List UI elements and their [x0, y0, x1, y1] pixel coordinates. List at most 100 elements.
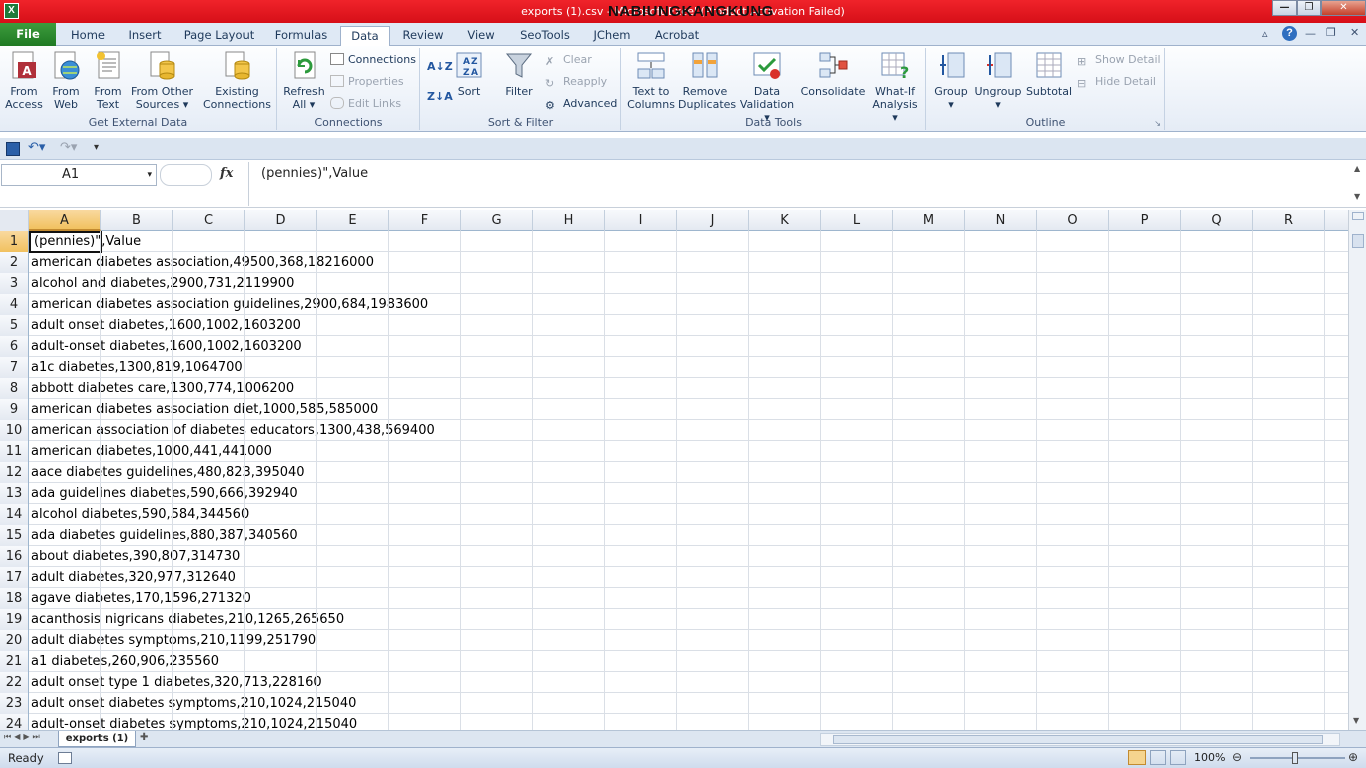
- select-all-corner[interactable]: [0, 210, 29, 231]
- zoom-in-icon[interactable]: ⊕: [1348, 750, 1358, 764]
- cell-a11[interactable]: american diabetes,1000,441,441000: [31, 441, 272, 462]
- cell-a4[interactable]: american diabetes association guidelines…: [31, 294, 428, 315]
- zoom-slider-thumb[interactable]: [1292, 752, 1298, 764]
- row-header[interactable]: 11: [0, 441, 29, 462]
- cell-a5[interactable]: adult onset diabetes,1600,1002,1603200: [31, 315, 301, 336]
- window-restore-icon[interactable]: ❐: [1326, 26, 1336, 39]
- vertical-scroll-thumb[interactable]: [1352, 234, 1364, 248]
- column-header-p[interactable]: P: [1109, 210, 1181, 231]
- formula-bar-scroll-down-icon[interactable]: ▼: [1354, 192, 1360, 201]
- ungroup-button[interactable]: Ungroup ▾: [973, 50, 1023, 111]
- cell-a7[interactable]: a1c diabetes,1300,819,1064700: [31, 357, 243, 378]
- column-header-c[interactable]: C: [173, 210, 245, 231]
- cell-a24[interactable]: adult-onset diabetes symptoms,210,1024,2…: [31, 714, 357, 730]
- sort-a-z-icon[interactable]: A↓Z: [427, 58, 453, 76]
- cell-a13[interactable]: ada guidelines diabetes,590,666,392940: [31, 483, 298, 504]
- row-header[interactable]: 16: [0, 546, 29, 567]
- existing-connections-button[interactable]: Existing Connections: [200, 50, 274, 111]
- window-minimize-icon[interactable]: —: [1305, 27, 1316, 40]
- row-header[interactable]: 6: [0, 336, 29, 357]
- tab-jchem[interactable]: JChem: [584, 26, 640, 46]
- from-other-sources-button[interactable]: From Other Sources ▾: [130, 50, 194, 111]
- formula-input[interactable]: (pennies)",Value: [248, 162, 1352, 206]
- row-header[interactable]: 13: [0, 483, 29, 504]
- row-header[interactable]: 17: [0, 567, 29, 588]
- worksheet-grid[interactable]: ABCDEFGHIJKLMNOPQR 1 (pennies)",Value 2 ame…: [0, 210, 1348, 730]
- row-header[interactable]: 7: [0, 357, 29, 378]
- column-header-g[interactable]: G: [461, 210, 533, 231]
- column-header-h[interactable]: H: [533, 210, 605, 231]
- row-header[interactable]: 8: [0, 378, 29, 399]
- row-header[interactable]: 5: [0, 315, 29, 336]
- subtotal-button[interactable]: Subtotal: [1025, 50, 1073, 98]
- row-header[interactable]: 21: [0, 651, 29, 672]
- row-header[interactable]: 4: [0, 294, 29, 315]
- zoom-level[interactable]: 100%: [1194, 751, 1225, 764]
- column-header-k[interactable]: K: [749, 210, 821, 231]
- horizontal-scrollbar[interactable]: [820, 733, 1340, 746]
- hide-detail-button[interactable]: ⊟ Hide Detail: [1077, 73, 1156, 91]
- consolidate-button[interactable]: Consolidate: [800, 50, 866, 98]
- row-header[interactable]: 12: [0, 462, 29, 483]
- column-header-f[interactable]: F: [389, 210, 461, 231]
- column-header-l[interactable]: L: [821, 210, 893, 231]
- group-button[interactable]: Group ▾: [931, 50, 971, 111]
- cell-a20[interactable]: adult diabetes symptoms,210,1199,251790: [31, 630, 316, 651]
- scroll-down-icon[interactable]: ▼: [1353, 716, 1359, 725]
- column-header-j[interactable]: J: [677, 210, 749, 231]
- cell-a18[interactable]: agave diabetes,170,1596,271320: [31, 588, 251, 609]
- refresh-all-button[interactable]: Refresh All ▾: [282, 50, 326, 111]
- properties-button[interactable]: Properties: [330, 73, 404, 91]
- cell-a23[interactable]: adult onset diabetes symptoms,210,1024,2…: [31, 693, 356, 714]
- connections-button[interactable]: Connections: [330, 51, 416, 69]
- row-header[interactable]: 9: [0, 399, 29, 420]
- row-header[interactable]: 15: [0, 525, 29, 546]
- split-box-icon[interactable]: [1352, 212, 1364, 220]
- row-header[interactable]: 2: [0, 252, 29, 273]
- restore-button[interactable]: ❐: [1297, 0, 1321, 16]
- row-header[interactable]: 14: [0, 504, 29, 525]
- cell-a12[interactable]: aace diabetes guidelines,480,823,395040: [31, 462, 305, 483]
- show-detail-button[interactable]: ⊞ Show Detail: [1077, 51, 1161, 69]
- column-header-r[interactable]: R: [1253, 210, 1325, 231]
- column-header-o[interactable]: O: [1037, 210, 1109, 231]
- page-layout-view-icon[interactable]: [1150, 750, 1166, 765]
- active-cell-a1[interactable]: [29, 231, 102, 253]
- tab-home[interactable]: Home: [62, 26, 114, 46]
- row-header[interactable]: 18: [0, 588, 29, 609]
- redo-icon[interactable]: ↷▾: [60, 140, 77, 155]
- column-header-e[interactable]: E: [317, 210, 389, 231]
- cell-a3[interactable]: alcohol and diabetes,2900,731,2119900: [31, 273, 294, 294]
- cell-a16[interactable]: about diabetes,390,807,314730: [31, 546, 240, 567]
- insert-function-button[interactable]: fx: [220, 166, 233, 181]
- cell-a19[interactable]: acanthosis nigricans diabetes,210,1265,2…: [31, 609, 344, 630]
- from-access-button[interactable]: A From Access: [4, 50, 44, 111]
- save-icon[interactable]: [6, 142, 20, 156]
- sort-z-a-icon[interactable]: Z↓A: [427, 88, 453, 106]
- cell-a17[interactable]: adult diabetes,320,977,312640: [31, 567, 236, 588]
- dialog-launcher-icon[interactable]: ↘: [1154, 119, 1161, 128]
- tab-file[interactable]: File: [0, 23, 56, 46]
- window-close-icon[interactable]: ✕: [1350, 26, 1359, 39]
- customize-toolbar-icon[interactable]: ▾: [94, 142, 99, 153]
- column-header-n[interactable]: N: [965, 210, 1037, 231]
- cell-a9[interactable]: american diabetes association diet,1000,…: [31, 399, 378, 420]
- row-header[interactable]: 3: [0, 273, 29, 294]
- sort-button[interactable]: AZZA Sort: [451, 50, 487, 98]
- column-header-b[interactable]: B: [101, 210, 173, 231]
- from-web-button[interactable]: From Web: [46, 50, 86, 111]
- what-if-analysis-button[interactable]: ? What-If Analysis ▾: [868, 50, 922, 124]
- tab-acrobat[interactable]: Acrobat: [644, 26, 710, 46]
- sheet-nav-arrows-icon[interactable]: ⏮◀▶⏭: [4, 732, 43, 742]
- zoom-out-icon[interactable]: ⊖: [1232, 750, 1242, 764]
- text-to-columns-button[interactable]: Text to Columns: [626, 50, 676, 111]
- horizontal-scroll-thumb[interactable]: [833, 735, 1323, 744]
- advanced-filter-button[interactable]: ⚙ Advanced: [545, 95, 617, 113]
- tab-insert[interactable]: Insert: [118, 26, 172, 46]
- formula-bar-scroll-up-icon[interactable]: ▲: [1354, 164, 1360, 173]
- row-header[interactable]: 19: [0, 609, 29, 630]
- tab-formulas[interactable]: Formulas: [266, 26, 336, 46]
- row-header[interactable]: 1: [0, 231, 29, 252]
- cell-a22[interactable]: adult onset type 1 diabetes,320,713,2281…: [31, 672, 322, 693]
- column-header-i[interactable]: I: [605, 210, 677, 231]
